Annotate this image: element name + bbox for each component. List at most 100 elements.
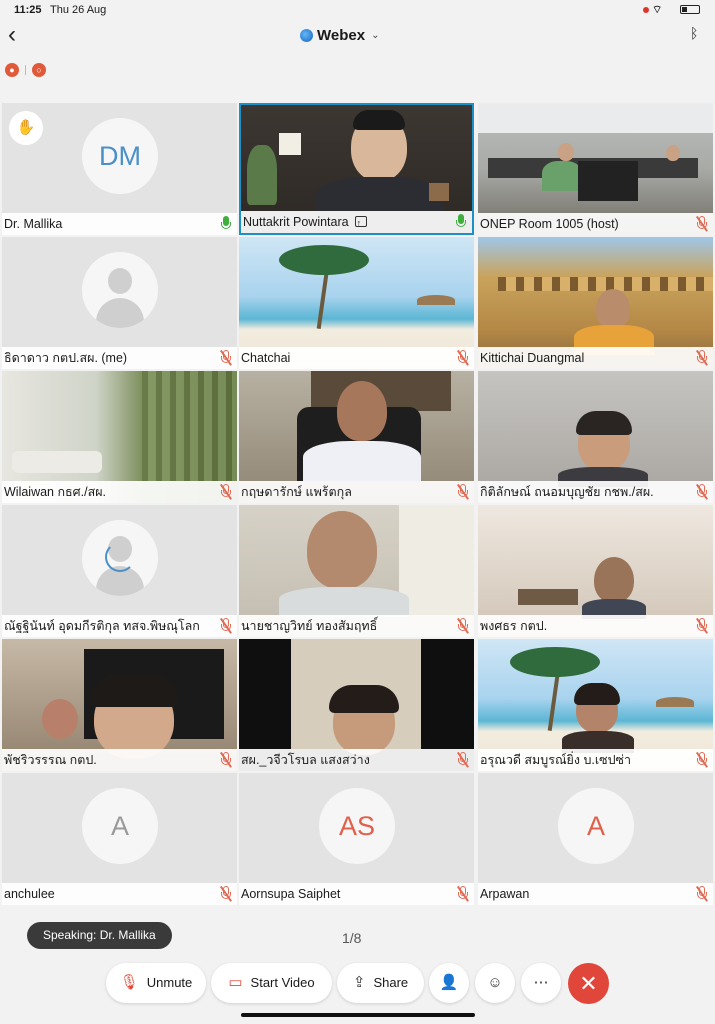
video-feed <box>478 237 713 355</box>
participant-tile[interactable]: อรุณวดี สมบูรณ์ยิ่ง บ.เซปซ่า <box>478 639 713 771</box>
video-feed <box>478 371 713 487</box>
umbrella <box>417 295 455 305</box>
mic-muted-icon <box>695 886 708 902</box>
avatar: AS <box>319 788 395 864</box>
meeting-title[interactable]: Webex ⌄ <box>300 27 379 44</box>
reactions-icon: ☺ <box>487 974 503 991</box>
reactions-button[interactable]: ☺ <box>475 963 515 1003</box>
participant-name: Arpawan <box>480 887 530 901</box>
mic-muted-icon <box>456 350 469 366</box>
participant-tile[interactable]: Chatchai <box>239 237 474 369</box>
participant-tile[interactable]: พัชริวรรรณ กตป. <box>2 639 237 771</box>
mic-muted-icon <box>695 350 708 366</box>
participant-tile[interactable]: สผ._วจีวโรบล แสงสว่าง <box>239 639 474 771</box>
participant-name: Aornsupa Saiphet <box>241 887 341 901</box>
bluetooth-icon[interactable]: ᛒ <box>690 25 698 41</box>
share-icon: ⇪ <box>352 974 366 991</box>
participant-tile[interactable]: Kittichai Duangmal <box>478 237 713 369</box>
participant-tile[interactable]: AS Aornsupa Saiphet <box>239 773 474 905</box>
palm-trunk <box>547 669 561 731</box>
participants-button[interactable]: 👤 <box>429 963 469 1003</box>
participant-name-bar: Wilaiwan กธศ./สผ. <box>2 481 237 503</box>
raise-hand-icon[interactable]: ✋ <box>9 111 43 145</box>
participant-tile[interactable]: ธิดาดาว กตป.สผ. (me) <box>2 237 237 369</box>
app-title: Webex <box>317 27 366 44</box>
participant-tile[interactable]: กฤษดารักษ์ แพร้ตกุล <box>239 371 474 503</box>
participant-name: นายชาญวิทย์ ทองสัมฤทธิ์ <box>241 619 378 633</box>
meeting-controls: 🎙 Unmute ▭ Start Video ⇪ Share 👤 ☺ ⋯ ✕ <box>0 963 715 1004</box>
end-call-button[interactable]: ✕ <box>568 963 609 1004</box>
palm-leaves <box>510 647 600 677</box>
person-head <box>666 145 680 161</box>
participant-tile[interactable]: A Arpawan <box>478 773 713 905</box>
mic-muted-icon <box>456 484 469 500</box>
participant-tile[interactable]: นายชาญวิทย์ ทองสัมฤทธิ์ <box>239 505 474 637</box>
participant-name: Chatchai <box>241 351 291 365</box>
share-label: Share <box>373 975 409 990</box>
page-indicator[interactable]: 1/8 <box>342 930 361 946</box>
mic-muted-icon <box>456 752 469 768</box>
participant-name-bar: ณัฐฐินันท์ อุดมกีรติกุล ทสจ.พิษณุโลก <box>2 615 237 637</box>
trees <box>142 371 237 481</box>
participant-name-bar: นายชาญวิทย์ ทองสัมฤทธิ์ <box>239 615 474 637</box>
back-icon[interactable]: ‹ <box>8 22 28 50</box>
chevron-down-icon: ⌄ <box>371 30 380 41</box>
participant-tile[interactable]: ONEP Room 1005 (host) <box>478 103 713 235</box>
palm-trunk <box>316 267 330 329</box>
person-head <box>558 143 574 161</box>
recording-indicator-icon: ○ <box>32 63 46 77</box>
participant-tile[interactable]: ✋ DM Dr. Mallika <box>2 103 237 235</box>
divider <box>25 65 26 75</box>
status-time: 11:25 <box>14 4 42 16</box>
person-hair <box>576 411 632 435</box>
person-head <box>337 381 387 441</box>
participant-tile[interactable]: Nuttakrit Powintara <box>239 103 474 235</box>
unmute-label: Unmute <box>146 975 193 990</box>
participant-name: สผ._วจีวโรบล แสงสว่าง <box>241 753 370 767</box>
avatar: A <box>82 788 158 864</box>
participant-name: ONEP Room 1005 (host) <box>480 217 619 231</box>
video-feed <box>478 639 713 753</box>
video-feed <box>239 371 474 481</box>
participant-name: กฤษดารักษ์ แพร้ตกุล <box>241 485 352 499</box>
person-body <box>542 161 582 191</box>
person-body <box>279 587 409 617</box>
mic-on-icon <box>456 214 466 230</box>
participant-tile[interactable]: ณัฐฐินันท์ อุดมกีรติกุล ทสจ.พิษณุโลก <box>2 505 237 637</box>
participant-name: อรุณวดี สมบูรณ์ยิ่ง บ.เซปซ่า <box>480 753 632 767</box>
participant-tile[interactable]: A anchulee <box>2 773 237 905</box>
mic-muted-icon <box>695 618 708 634</box>
participant-tile[interactable]: Wilaiwan กธศ./สผ. <box>2 371 237 503</box>
video-feed <box>478 505 713 619</box>
mic-on-icon <box>221 216 231 232</box>
frame-decor <box>429 183 449 201</box>
unmute-button[interactable]: 🎙 Unmute <box>106 963 206 1003</box>
loading-spinner-icon <box>105 542 135 572</box>
participant-name-bar: ธิดาดาว กตป.สผ. (me) <box>2 347 237 369</box>
participant-tile[interactable]: พงศธร กตป. <box>478 505 713 637</box>
video-feed <box>2 371 237 481</box>
participant-name-bar: Dr. Mallika <box>2 213 237 235</box>
mic-muted-icon: 🎙 <box>119 974 139 991</box>
participant-tile[interactable]: กิติลักษณ์ ถนอมบุญชัย กชพ./สผ. <box>478 371 713 503</box>
mic-muted-icon <box>456 886 469 902</box>
start-video-button[interactable]: ▭ Start Video <box>211 963 332 1003</box>
participant-name-bar: อรุณวดี สมบูรณ์ยิ่ง บ.เซปซ่า <box>478 749 713 771</box>
flowers <box>42 699 78 739</box>
window <box>399 505 474 615</box>
more-icon: ⋯ <box>533 974 549 991</box>
mic-muted-icon <box>695 752 708 768</box>
sharing-icon <box>354 212 367 233</box>
video-feed <box>239 639 474 755</box>
participant-name: Dr. Mallika <box>4 217 63 231</box>
status-date: Thu 26 Aug <box>50 4 107 16</box>
person-hair <box>353 110 405 130</box>
person-body <box>303 441 421 481</box>
participant-name-bar: Arpawan <box>478 883 713 905</box>
video-feed <box>239 237 474 347</box>
more-button[interactable]: ⋯ <box>521 963 561 1003</box>
share-button[interactable]: ⇪ Share <box>337 963 424 1003</box>
participant-name-bar: พัชริวรรรณ กตป. <box>2 749 237 771</box>
participant-name: anchulee <box>4 887 55 901</box>
participant-name: พงศธร กตป. <box>480 619 548 633</box>
